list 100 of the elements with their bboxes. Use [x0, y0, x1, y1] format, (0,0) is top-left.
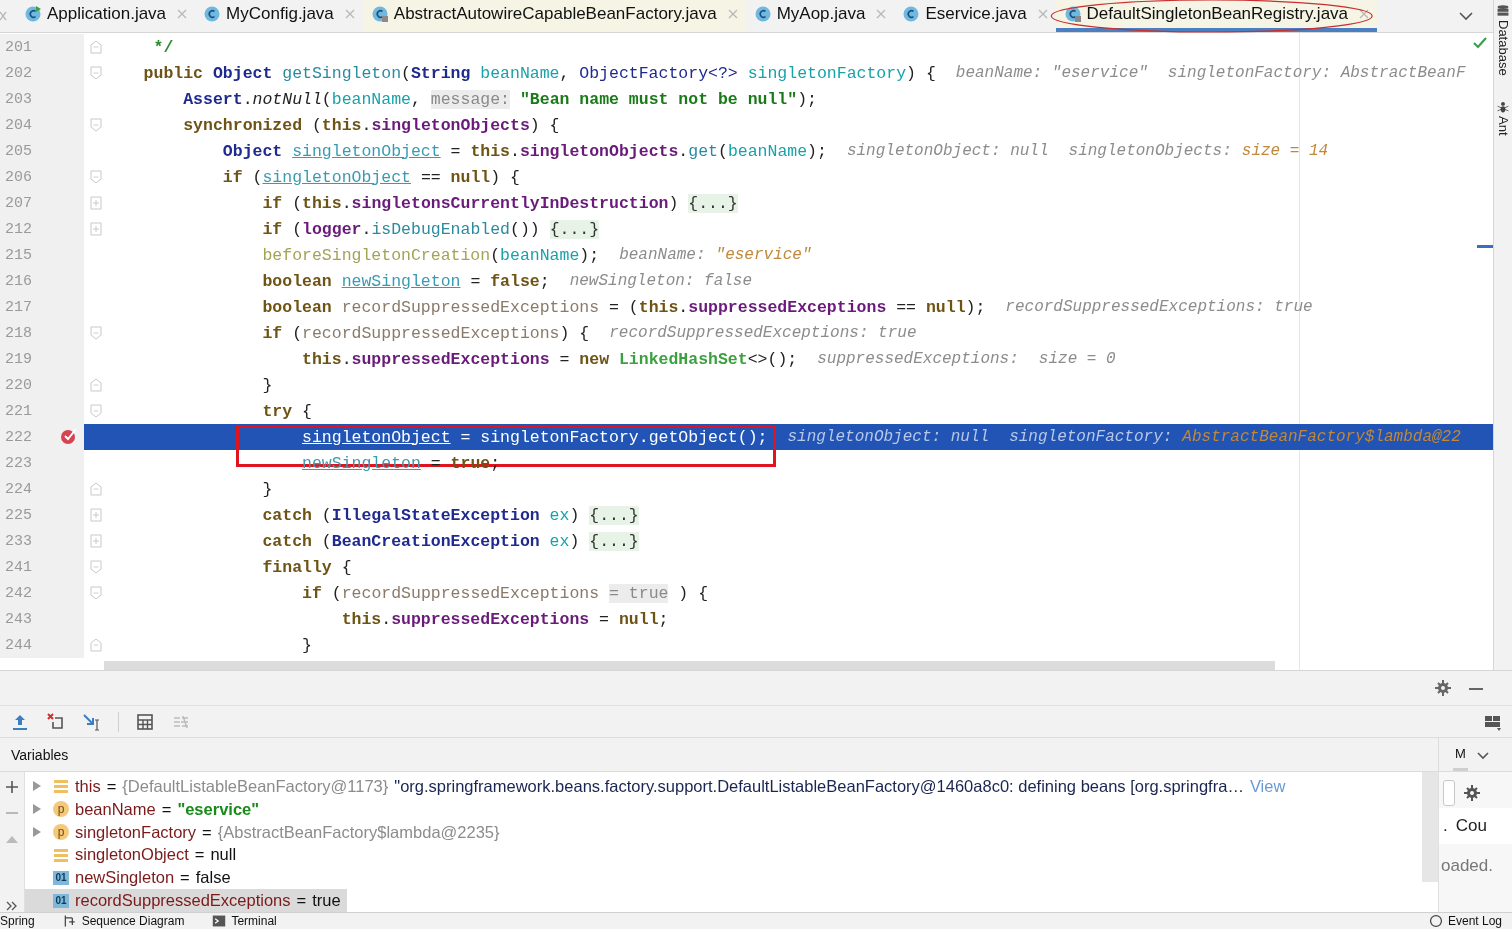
tool-window-button[interactable]: Terminal: [212, 914, 277, 928]
editor-tab[interactable]: MyConfig.java: [195, 0, 363, 32]
code-line: if (logger.isDebugEnabled()) {...}: [261, 219, 600, 239]
equals-sign: =: [180, 868, 190, 888]
variable-value: true: [312, 891, 341, 911]
editor-tab[interactable]: MyAop.java: [745, 0, 895, 32]
tool-window-button[interactable]: Event Log: [1428, 914, 1502, 928]
parameter-badge: p: [53, 824, 69, 841]
line-number: 217: [5, 298, 32, 316]
line-number: 205: [5, 142, 32, 160]
code-line: if (recordSuppressedExceptions) {: [261, 323, 590, 343]
variable-name: this: [75, 776, 101, 796]
line-number: 242: [5, 584, 32, 602]
selected-variable-row[interactable]: 01 recordSuppressedExceptions = true: [25, 889, 347, 912]
code-line: boolean newSingleton = false;: [261, 271, 550, 291]
code-line: beforeSingletonCreation(beanName);: [261, 245, 600, 265]
editor-tab[interactable]: AbstractAutowireCapableBeanFactory.java: [362, 0, 746, 32]
line-number: 244: [5, 636, 32, 654]
line-number: 206: [5, 168, 32, 186]
code-line: Object singletonObject = this.singletonObjects.get(beanName);: [221, 141, 827, 161]
tab-label: AbstractAutowireCapableBeanFactory.java: [393, 4, 717, 24]
tab-label: MyAop.java: [776, 4, 866, 24]
line-number: 220: [5, 376, 32, 394]
code-line: Assert.notNull(beanName, message: "Bean name must not be null");: [182, 89, 817, 109]
debug-value-hint: AbstractBeanFactory$lambda@22: [1182, 428, 1461, 446]
debug-value-hint: recordSuppressedExceptions: true: [1005, 298, 1313, 316]
status-text: oaded.: [1440, 856, 1494, 876]
debug-value-hint: newSingleton: false: [569, 272, 753, 290]
code-line: finally {: [261, 557, 352, 577]
debug-value-hint: singletonFactory: AbstractBeanF: [1167, 64, 1466, 82]
code-line: this.suppressedExceptions = new LinkedHashSet<>();: [301, 349, 798, 369]
code-line: catch (BeanCreationException ex) {...}: [261, 531, 639, 551]
variable-description: "org.springframework.beans.factory.support.DefaultListableBeanFactory@1460a8c0: defining beans [org.springfra…: [394, 776, 1244, 796]
line-number: 241: [5, 558, 32, 576]
line-number: 207: [5, 194, 32, 212]
tool-window-button[interactable]: Ant: [1495, 115, 1511, 136]
tool-window-button[interactable]: Spring: [0, 914, 35, 928]
equals-sign: =: [161, 799, 172, 819]
debug-value-hint: singletonFactory:: [1009, 428, 1173, 446]
line-number: 222: [5, 428, 32, 446]
code-line: synchronized (this.singletonObjects) {: [182, 115, 560, 135]
debug-value-hint: size = 14: [1241, 142, 1329, 160]
tool-window-button[interactable]: Database: [1495, 20, 1511, 76]
variable-name: recordSuppressedExceptions: [75, 891, 291, 911]
line-number: 221: [5, 402, 32, 420]
line-number: 218: [5, 324, 32, 342]
code-line: }: [301, 635, 312, 655]
code-line: }: [261, 375, 273, 395]
variable-name: beanName: [75, 799, 156, 819]
debug-value-hint: "eservice": [715, 246, 812, 264]
code-line: catch (IllegalStateException ex) {...}: [261, 505, 639, 525]
variable-value: null: [210, 845, 237, 865]
editor-tab[interactable]: Eservice.java: [894, 0, 1056, 32]
tab-label: MyConfig.java: [226, 4, 334, 24]
line-number: 204: [5, 116, 32, 134]
panel-label: Cou: [1455, 816, 1487, 836]
line-number: 219: [5, 350, 32, 368]
debug-value-hint: recordSuppressedExceptions: true: [609, 324, 917, 342]
line-number: 215: [5, 246, 32, 264]
code-line: */: [152, 37, 174, 57]
code-line: try {: [261, 401, 312, 421]
code-line: if (this.singletonsCurrentlyInDestruction) {...}: [261, 193, 738, 213]
variable-name: singletonObject: [75, 845, 189, 865]
parameter-badge: p: [53, 801, 69, 818]
tab-label: Eservice.java: [925, 4, 1027, 24]
code-line: this.suppressedExceptions = null;: [340, 609, 669, 629]
primitive-badge: 01: [53, 870, 69, 885]
line-number: 225: [5, 506, 32, 524]
primitive-badge: 01: [53, 893, 69, 908]
line-number: 243: [5, 610, 32, 628]
variable-value: false: [195, 868, 231, 888]
line-number: 203: [5, 90, 32, 108]
code-line: public Object getSingleton(String beanName, ObjectFactory<?> singletonFactory) {: [142, 63, 936, 83]
variable-name: newSingleton: [75, 868, 175, 888]
tab-label: Application.java: [47, 4, 167, 24]
debug-value-hint: beanName: "eservice": [955, 64, 1148, 82]
debug-value-hint: singletonObjects:: [1068, 142, 1232, 160]
line-number: 202: [5, 64, 32, 82]
equals-sign: =: [296, 891, 307, 911]
code-line: boolean recordSuppressedExceptions = (this.suppressedExceptions == null);: [261, 297, 986, 317]
editor-tab[interactable]: Application.java: [16, 0, 196, 32]
line-number: 223: [5, 454, 32, 472]
tab-label: DefaultSingletonBeanRegistry.java: [1086, 4, 1349, 24]
debug-value-hint: beanName:: [619, 246, 706, 264]
equals-sign: =: [202, 822, 212, 842]
line-number: 212: [5, 220, 32, 238]
code-line: if (singletonObject == null) {: [221, 167, 520, 187]
variable-value: "eservice": [177, 799, 260, 819]
line-number: 233: [5, 532, 32, 550]
debug-value-hint: singletonObject: null: [787, 428, 990, 446]
debug-value-hint: singletonObject: null: [846, 142, 1049, 160]
variable-name: singletonFactory: [75, 822, 197, 842]
variable-value: {AbstractBeanFactory$lambda@2235}: [217, 822, 500, 842]
dot-mark: .: [1443, 816, 1448, 836]
code-line: if (recordSuppressedExceptions = true ) {: [301, 583, 709, 603]
tool-window-button[interactable]: Sequence Diagram: [62, 914, 185, 928]
line-number: 216: [5, 272, 32, 290]
equals-sign: =: [106, 776, 117, 796]
line-number: 224: [5, 480, 32, 498]
equals-sign: =: [194, 845, 205, 865]
